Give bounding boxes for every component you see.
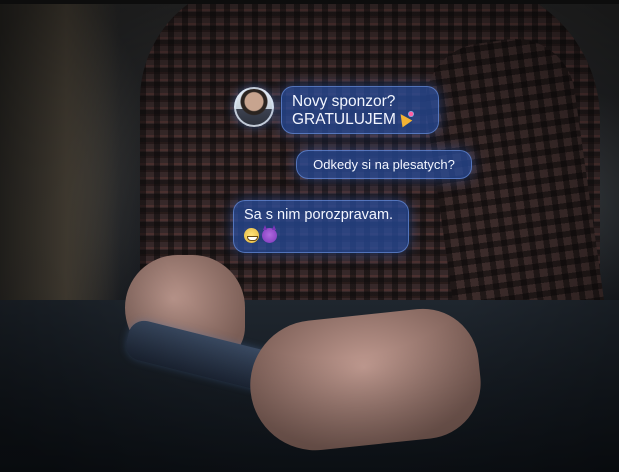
message-1-line-1: Novy sponzor?	[292, 93, 396, 110]
chat-bubble-2: Odkedy si na plesatych?	[296, 150, 472, 179]
photo-scene: Novy sponzor? GRATULUJEM Odkedy si na pl…	[0, 0, 619, 472]
message-3-emoji-row	[244, 225, 408, 243]
message-2-text: Odkedy si na plesatych?	[313, 157, 455, 172]
message-1-line-2-wrap: GRATULUJEM	[292, 111, 438, 129]
grinning-face-icon	[244, 228, 259, 243]
chat-bubble-3: Sa s nim porozpravam.	[233, 200, 409, 253]
chat-bubble-1: Novy sponzor? GRATULUJEM	[281, 86, 439, 134]
message-3-text: Sa s nim porozpravam.	[244, 207, 394, 223]
smiling-devil-icon	[262, 225, 277, 243]
party-popper-icon	[398, 111, 414, 125]
message-1-line-2: GRATULUJEM	[292, 111, 396, 128]
frame-edge	[0, 0, 619, 4]
sender-avatar	[234, 87, 274, 127]
